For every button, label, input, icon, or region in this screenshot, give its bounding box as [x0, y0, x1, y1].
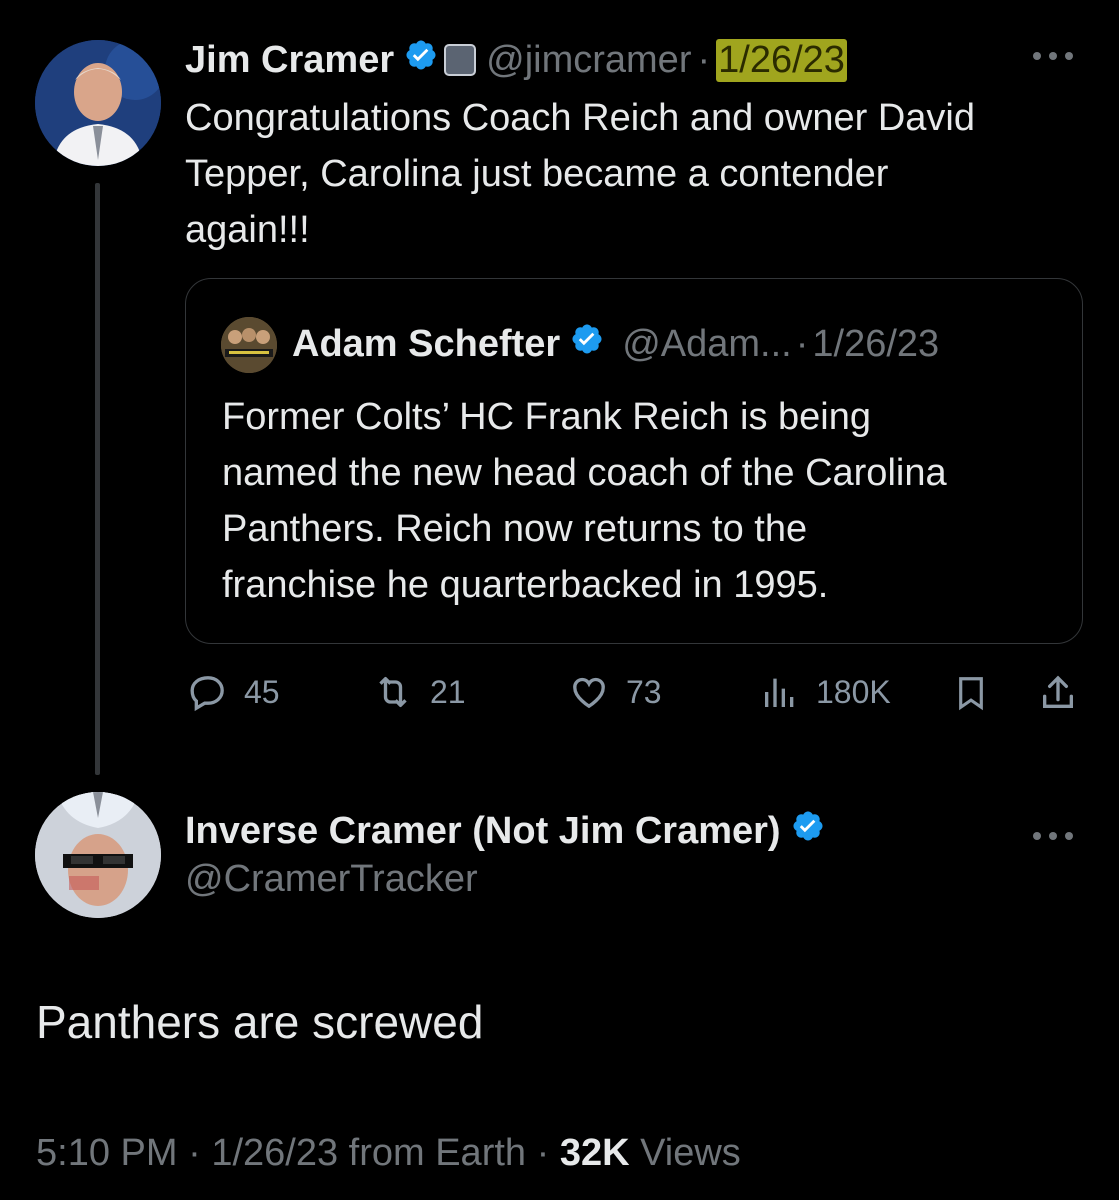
quote-text-line: named the new head coach of the Carolina — [222, 452, 947, 494]
quote-text-line: Panthers. Reich now returns to the — [222, 508, 808, 550]
verified-badge-icon — [791, 809, 825, 853]
tweet-text-line: again!!! — [185, 209, 310, 251]
tweet-date[interactable]: 1/26/23 — [716, 38, 847, 82]
share-button[interactable] — [1038, 672, 1078, 714]
thread-line — [95, 183, 100, 775]
avatar-inverse-cramer[interactable] — [35, 792, 161, 918]
retweet-button[interactable]: 21 — [372, 672, 466, 712]
author-name[interactable]: Jim Cramer — [185, 39, 394, 82]
reply-time[interactable]: 5:10 PM — [36, 1132, 178, 1174]
reply-author-name[interactable]: Inverse Cramer (Not Jim Cramer) — [185, 810, 781, 853]
separator: · — [188, 1132, 201, 1174]
bookmark-icon — [952, 672, 990, 714]
quote-text-line: franchise he quarterbacked in 1995. — [222, 564, 829, 606]
quote-text: Former Colts’ HC Frank Reich is being na… — [222, 389, 1072, 613]
quote-author-name[interactable]: Adam Schefter — [292, 323, 560, 366]
tweet-text-line: Tepper, Carolina just became a contender — [185, 153, 889, 195]
avatar-jim-cramer[interactable] — [35, 40, 161, 166]
tweet-text-line: Congratulations Coach Reich and owner Da… — [185, 97, 976, 139]
reply-views-label: Views — [640, 1132, 741, 1174]
reply-icon — [188, 672, 228, 712]
retweet-icon — [372, 672, 414, 712]
share-icon — [1038, 672, 1078, 714]
like-icon — [568, 672, 610, 712]
views-button[interactable]: 180K — [760, 672, 891, 712]
reply-views-count: 32K — [559, 1132, 630, 1174]
reply-author-handle[interactable]: @CramerTracker — [185, 858, 478, 901]
tweet-text: Congratulations Coach Reich and owner Da… — [185, 90, 1095, 258]
quote-header: Adam Schefter @Adam... · 1/26/23 — [292, 319, 939, 369]
reply-count: 45 — [244, 673, 280, 710]
more-icon[interactable] — [1030, 38, 1076, 70]
like-count: 73 — [626, 673, 662, 710]
quote-date[interactable]: 1/26/23 — [812, 323, 939, 366]
quoted-tweet[interactable]: Adam Schefter @Adam... · 1/26/23 Former … — [185, 278, 1083, 644]
avatar-adam-schefter[interactable] — [221, 317, 277, 373]
affiliate-badge-icon — [444, 44, 477, 76]
like-button[interactable]: 73 — [568, 672, 662, 712]
more-icon[interactable] — [1030, 818, 1076, 850]
reply-date-source[interactable]: 1/26/23 from Earth — [211, 1132, 526, 1174]
separator: · — [795, 322, 809, 365]
verified-badge-icon — [404, 38, 438, 82]
reply-header: Inverse Cramer (Not Jim Cramer) — [185, 806, 825, 856]
reply-text: Panthers are screwed — [36, 996, 484, 1048]
author-handle[interactable]: @jimcramer — [486, 39, 691, 82]
reply-button[interactable]: 45 — [188, 672, 280, 712]
quote-author-handle[interactable]: @Adam... — [622, 323, 792, 366]
tweet-header: Jim Cramer @jimcramer · 1/26/23 — [185, 36, 847, 84]
reply-meta: 5:10 PM · 1/26/23 from Earth · 32K Views — [36, 1128, 741, 1178]
verified-badge-icon — [570, 322, 604, 366]
quote-text-line: Former Colts’ HC Frank Reich is being — [222, 396, 871, 438]
bookmark-button[interactable] — [952, 672, 990, 714]
retweet-count: 21 — [430, 673, 466, 710]
views-count: 180K — [816, 673, 891, 710]
separator: · — [536, 1132, 550, 1174]
views-icon — [760, 672, 800, 712]
separator: · — [697, 38, 711, 81]
